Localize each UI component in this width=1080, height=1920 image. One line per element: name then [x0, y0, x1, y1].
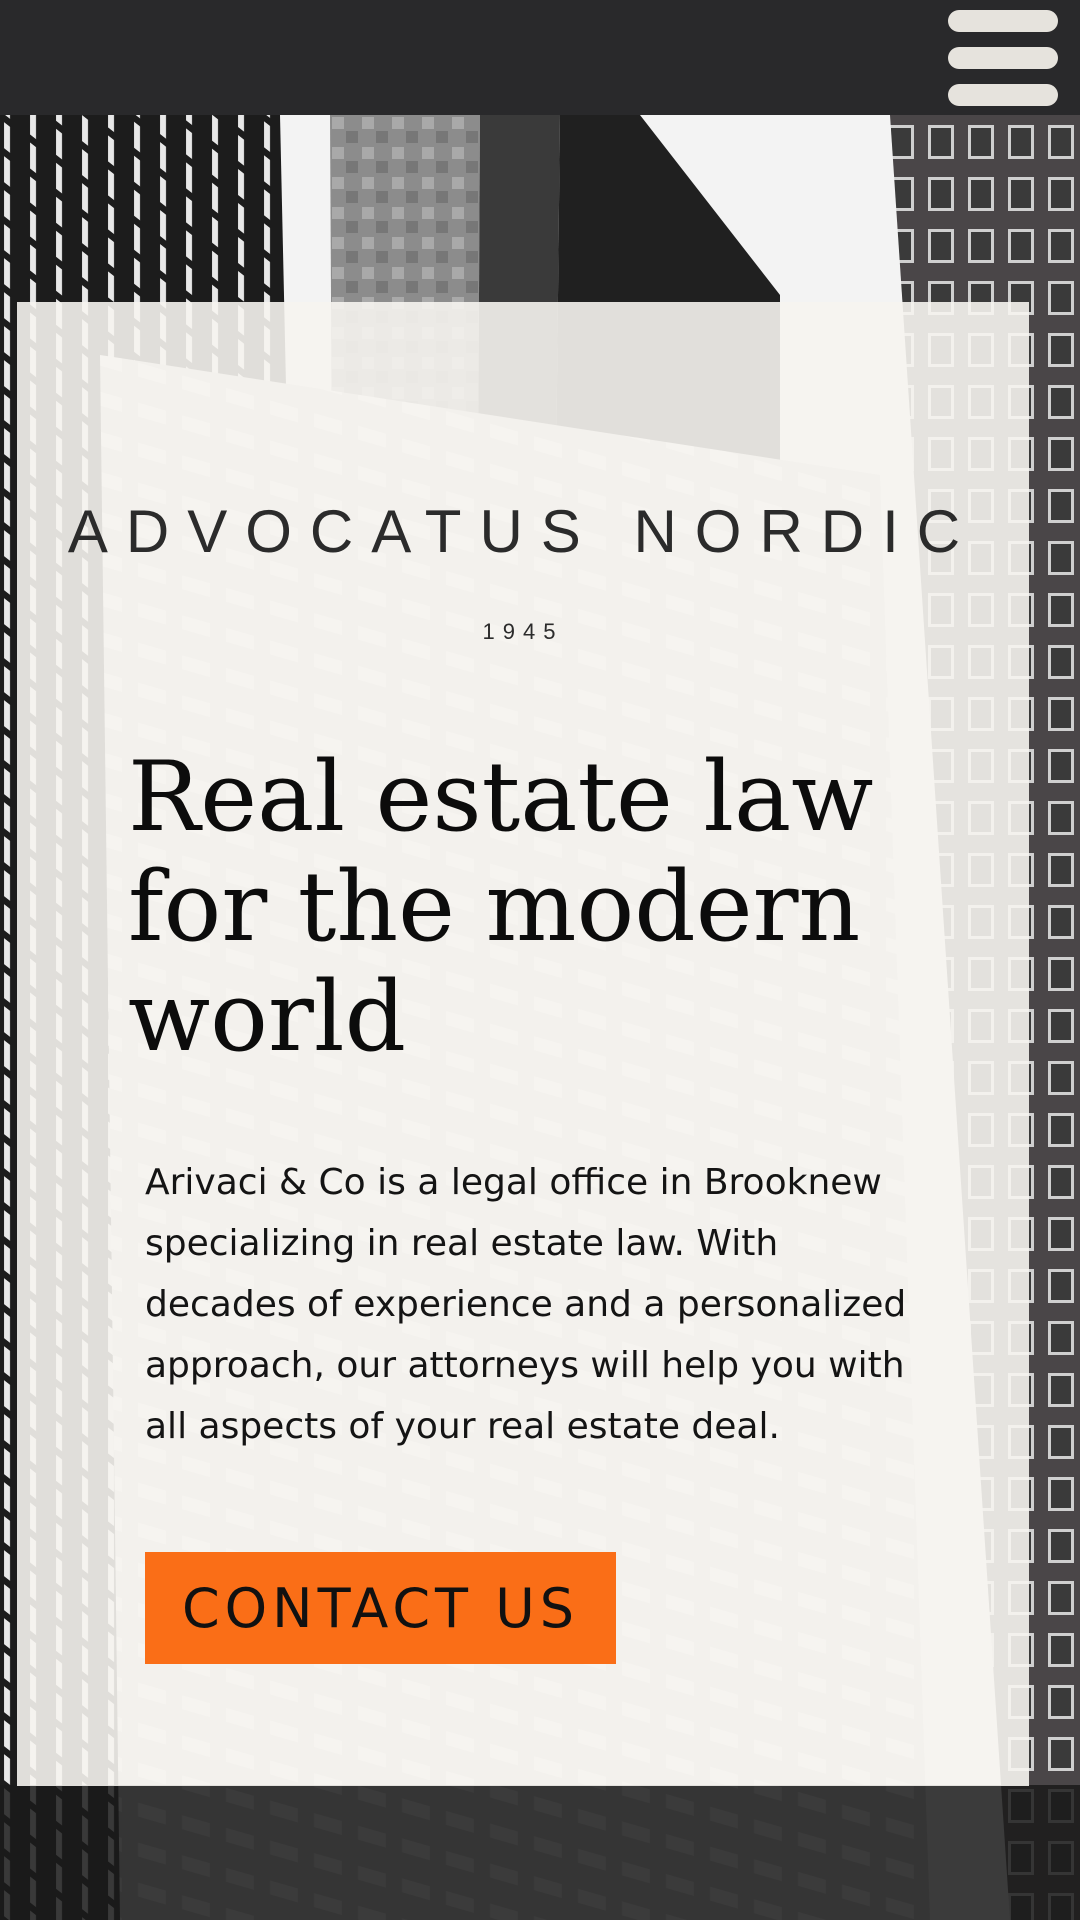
hero-headline: Real estate law for the modern world [128, 741, 874, 1073]
top-header [0, 0, 1080, 115]
hero-description: Arivaci & Co is a legal office in Brookn… [145, 1162, 907, 1447]
brand-logo-name: ADVOCATUS NORDIC [67, 498, 979, 565]
menu-bar [948, 47, 1058, 69]
page: ADVOCATUS NORDIC 1945 Real estate law fo… [0, 0, 1080, 1920]
menu-bar [948, 10, 1058, 32]
brand-logo-year: 1945 [482, 619, 564, 644]
menu-bar [948, 84, 1058, 106]
hero-card: ADVOCATUS NORDIC 1945 Real estate law fo… [17, 302, 1029, 1786]
hamburger-menu-icon[interactable] [948, 10, 1058, 106]
contact-us-button[interactable]: CONTACT US [145, 1552, 616, 1664]
